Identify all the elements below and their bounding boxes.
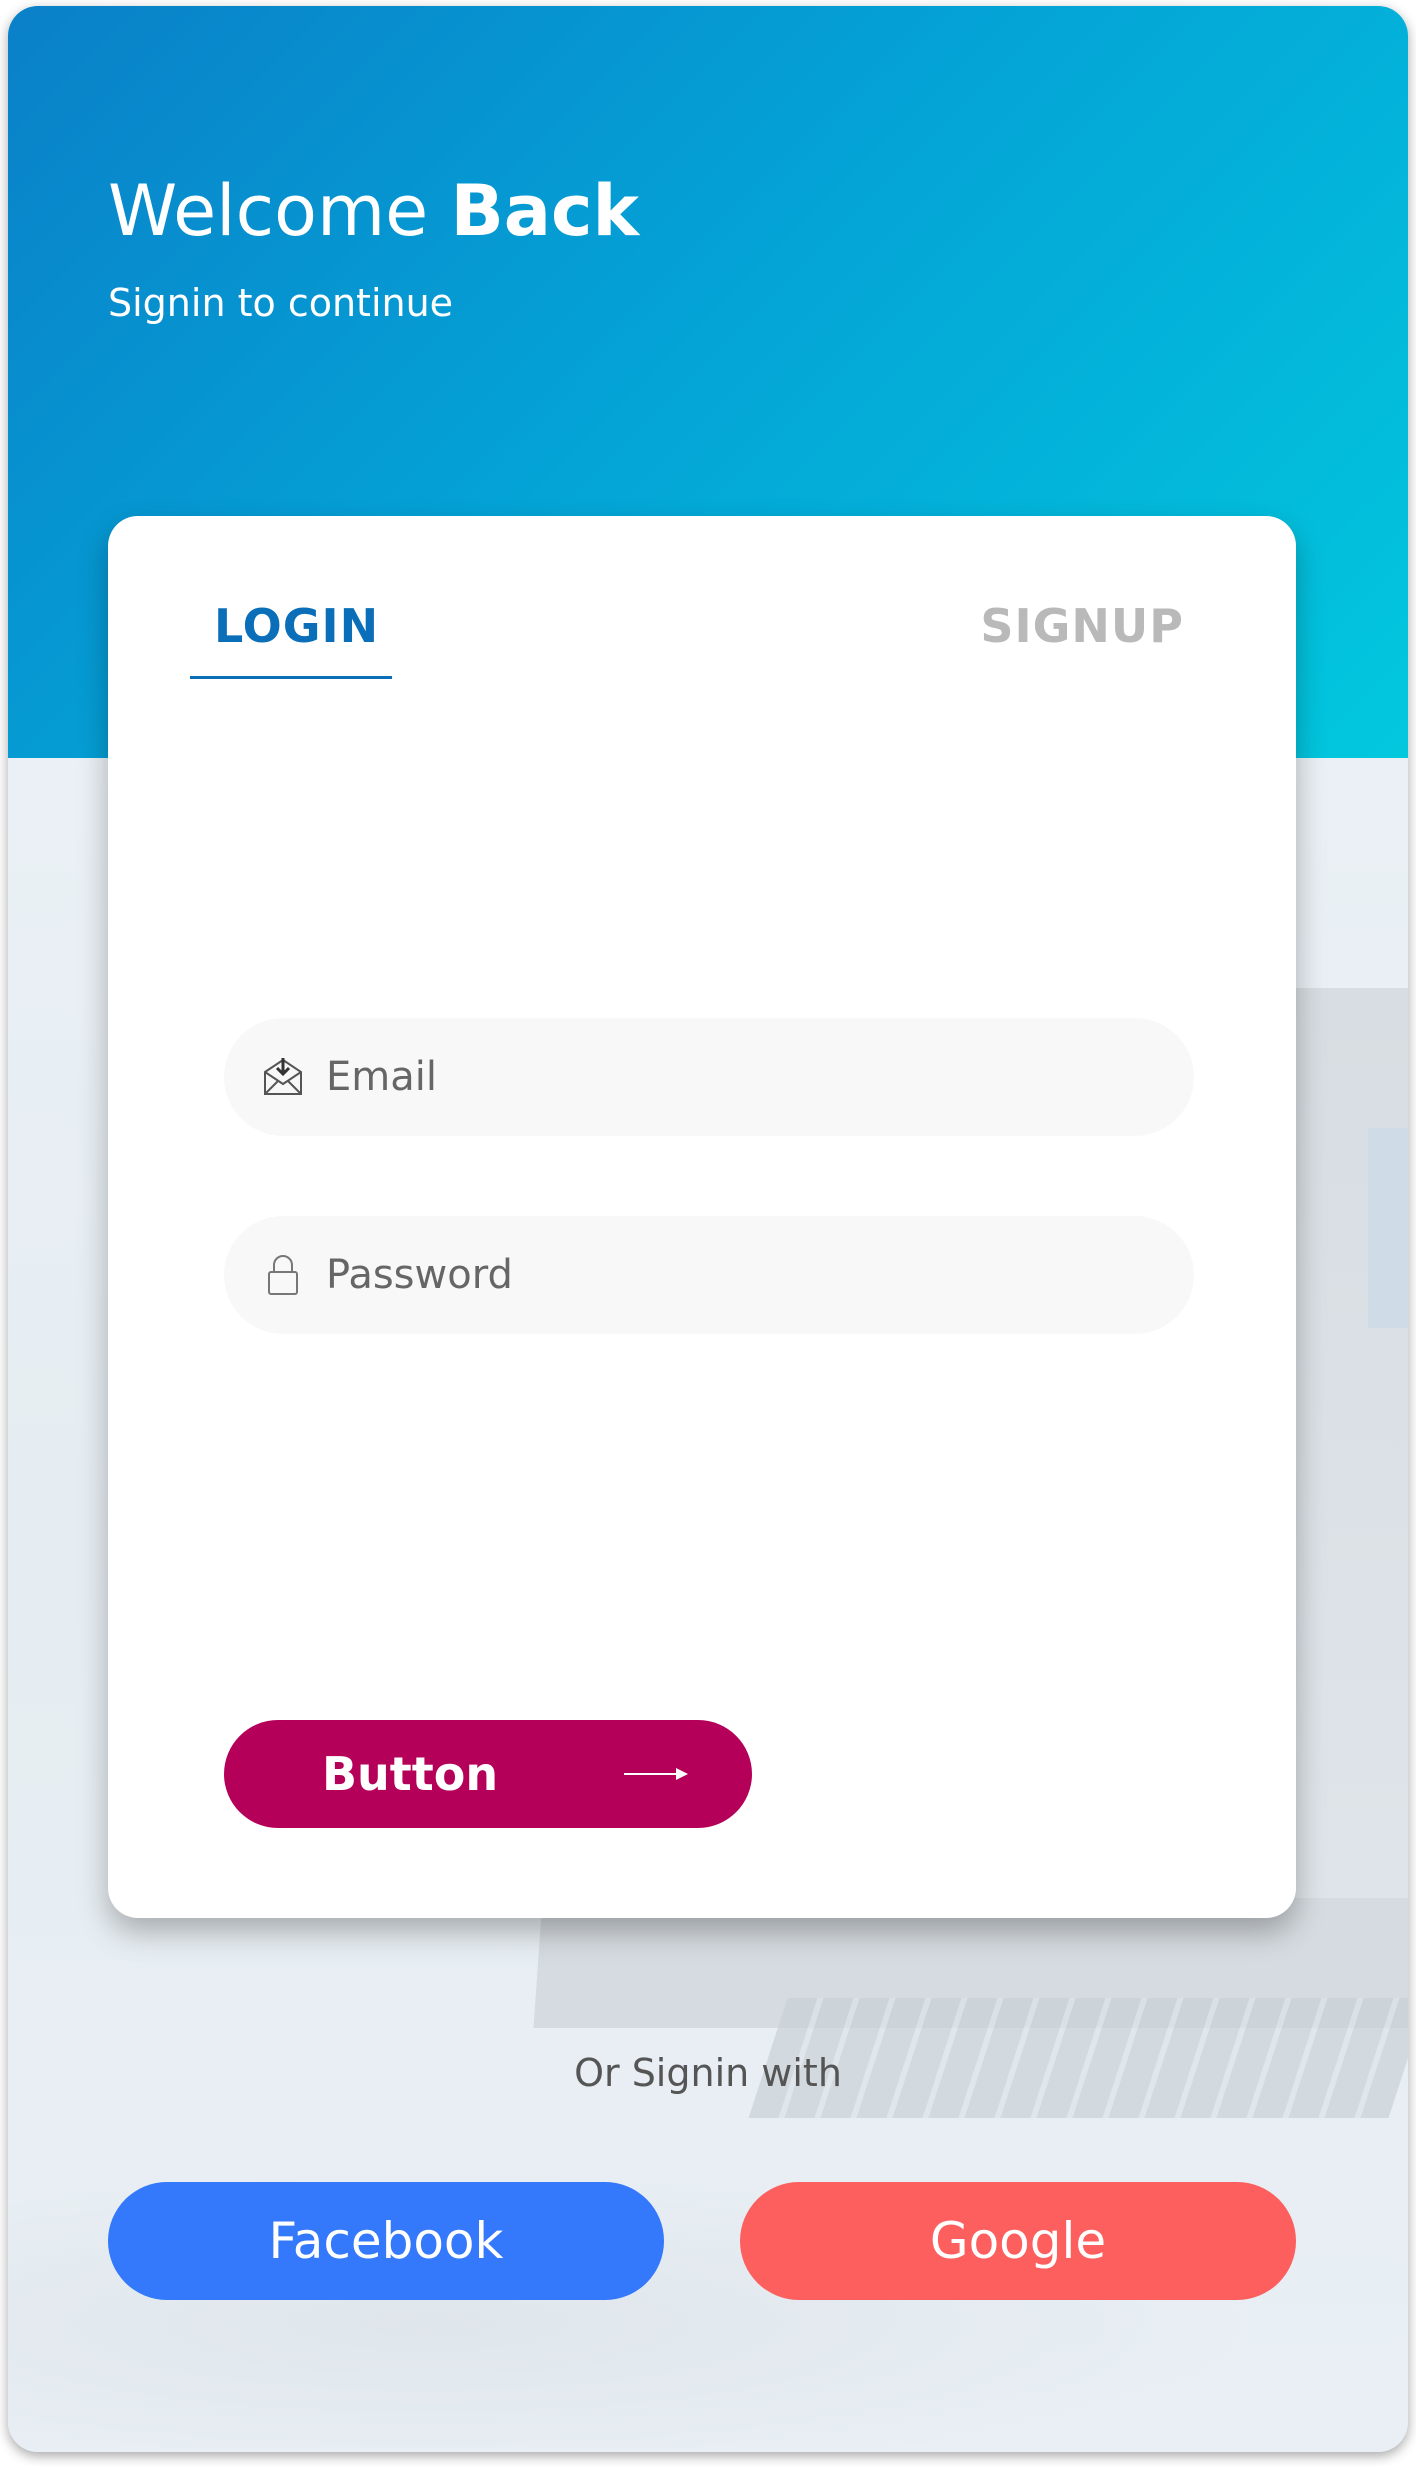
page-subtitle: Signin to continue	[108, 281, 454, 325]
page-title: Welcome Back	[108, 166, 639, 256]
password-input[interactable]	[326, 1216, 1146, 1334]
login-screen: Welcome Back Signin to continue LOGIN SI…	[8, 6, 1408, 2452]
lock-icon	[268, 1255, 298, 1295]
submit-button[interactable]: Button	[224, 1720, 752, 1828]
facebook-button[interactable]: Facebook	[108, 2182, 664, 2300]
title-regular: Welcome	[108, 170, 451, 252]
submit-button-label: Button	[322, 1747, 499, 1801]
title-bold: Back	[450, 170, 640, 252]
tab-login-underline	[190, 676, 392, 679]
login-card: LOGIN SIGNUP Button	[108, 516, 1296, 1918]
email-field[interactable]	[224, 1018, 1194, 1136]
email-input[interactable]	[326, 1018, 1146, 1136]
password-field[interactable]	[224, 1216, 1194, 1334]
social-divider-text: Or Signin with	[574, 2051, 842, 2095]
tab-login[interactable]: LOGIN	[214, 596, 379, 656]
background-monitor-screen	[1368, 1128, 1408, 1328]
tab-signup[interactable]: SIGNUP	[980, 596, 1184, 656]
google-button[interactable]: Google	[740, 2182, 1296, 2300]
envelope-download-icon	[264, 1058, 302, 1095]
arrow-right-icon	[624, 1768, 688, 1780]
